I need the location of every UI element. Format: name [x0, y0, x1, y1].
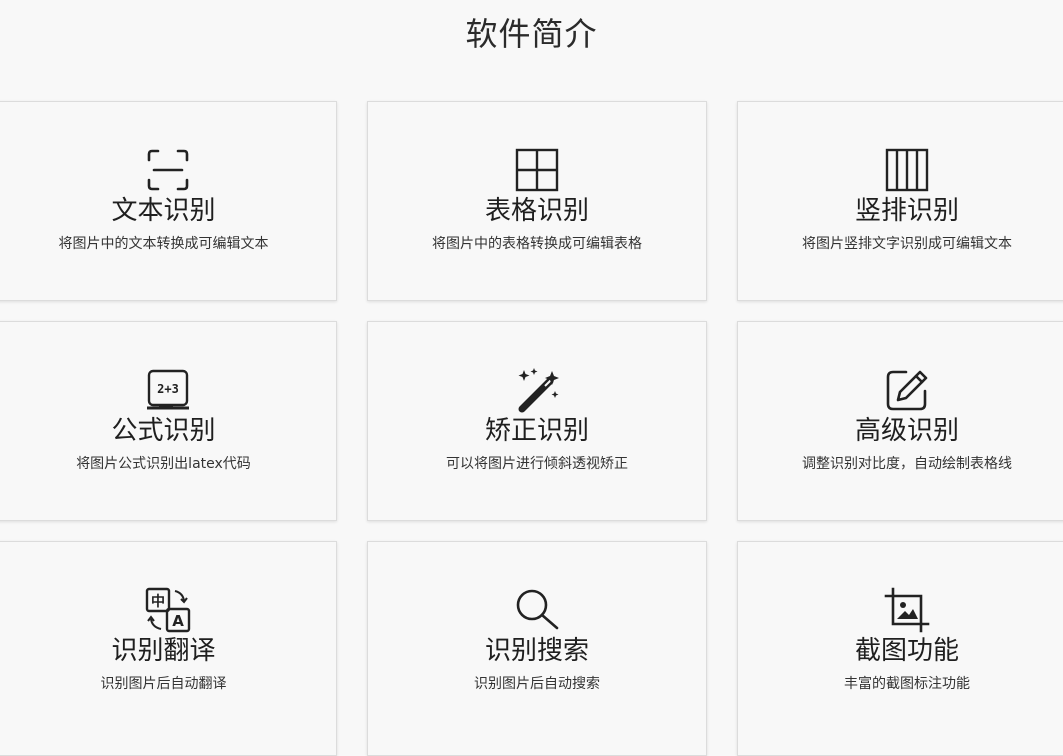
card-title: 公式识别 [111, 416, 216, 446]
card-description: 将图片中的文本转换成可编辑文本 [58, 236, 269, 252]
card-title: 识别翻译 [111, 636, 216, 666]
svg-text:A: A [172, 612, 184, 630]
table-grid-icon [514, 147, 560, 193]
card-title: 识别搜索 [484, 636, 589, 666]
card-title: 表格识别 [484, 196, 589, 226]
formula-board-icon: 2+3 [145, 367, 191, 413]
card-description: 识别图片后自动搜索 [474, 676, 600, 692]
feature-card-screenshot[interactable]: 截图功能 丰富的截图标注功能 [737, 541, 1063, 756]
card-title: 竖排识别 [854, 196, 959, 226]
feature-card-advanced-recognition[interactable]: 高级识别 调整识别对比度，自动绘制表格线 [737, 321, 1063, 521]
card-description: 将图片中的表格转换成可编辑表格 [432, 236, 642, 252]
page-title: 软件简介 [465, 15, 598, 53]
feature-card-vertical-recognition[interactable]: 竖排识别 将图片竖排文字识别成可编辑文本 [737, 101, 1063, 301]
edit-square-icon [884, 367, 930, 413]
card-description: 将图片竖排文字识别成可编辑文本 [802, 236, 1012, 252]
card-title: 矫正识别 [484, 416, 589, 446]
feature-card-correction-recognition[interactable]: 矫正识别 可以将图片进行倾斜透视矫正 [367, 321, 707, 521]
text-scan-icon [145, 147, 191, 193]
card-description: 识别图片后自动翻译 [100, 676, 227, 692]
svg-text:中: 中 [151, 593, 165, 610]
feature-card-search[interactable]: 识别搜索 识别图片后自动搜索 [367, 541, 707, 756]
vertical-columns-icon [884, 147, 930, 193]
card-title: 文本识别 [111, 196, 216, 226]
svg-text:2+3: 2+3 [157, 382, 179, 396]
card-title: 截图功能 [854, 636, 959, 666]
feature-card-text-recognition[interactable]: 文本识别 将图片中的文本转换成可编辑文本 [0, 101, 337, 301]
magic-wand-icon [514, 367, 560, 413]
crop-image-icon [884, 587, 930, 633]
feature-card-table-recognition[interactable]: 表格识别 将图片中的表格转换成可编辑表格 [367, 101, 707, 301]
search-icon [514, 587, 560, 633]
card-title: 高级识别 [854, 416, 959, 446]
feature-card-formula-recognition[interactable]: 2+3 公式识别 将图片公式识别出latex代码 [0, 321, 337, 521]
feature-card-translate[interactable]: 中 A 识别翻译 识别图片后自动翻译 [0, 541, 337, 756]
translate-icon: 中 A [145, 587, 191, 633]
card-description: 将图片公式识别出latex代码 [76, 456, 251, 472]
card-description: 可以将图片进行倾斜透视矫正 [446, 456, 628, 472]
card-description: 丰富的截图标注功能 [844, 676, 970, 692]
card-description: 调整识别对比度，自动绘制表格线 [802, 456, 1012, 472]
